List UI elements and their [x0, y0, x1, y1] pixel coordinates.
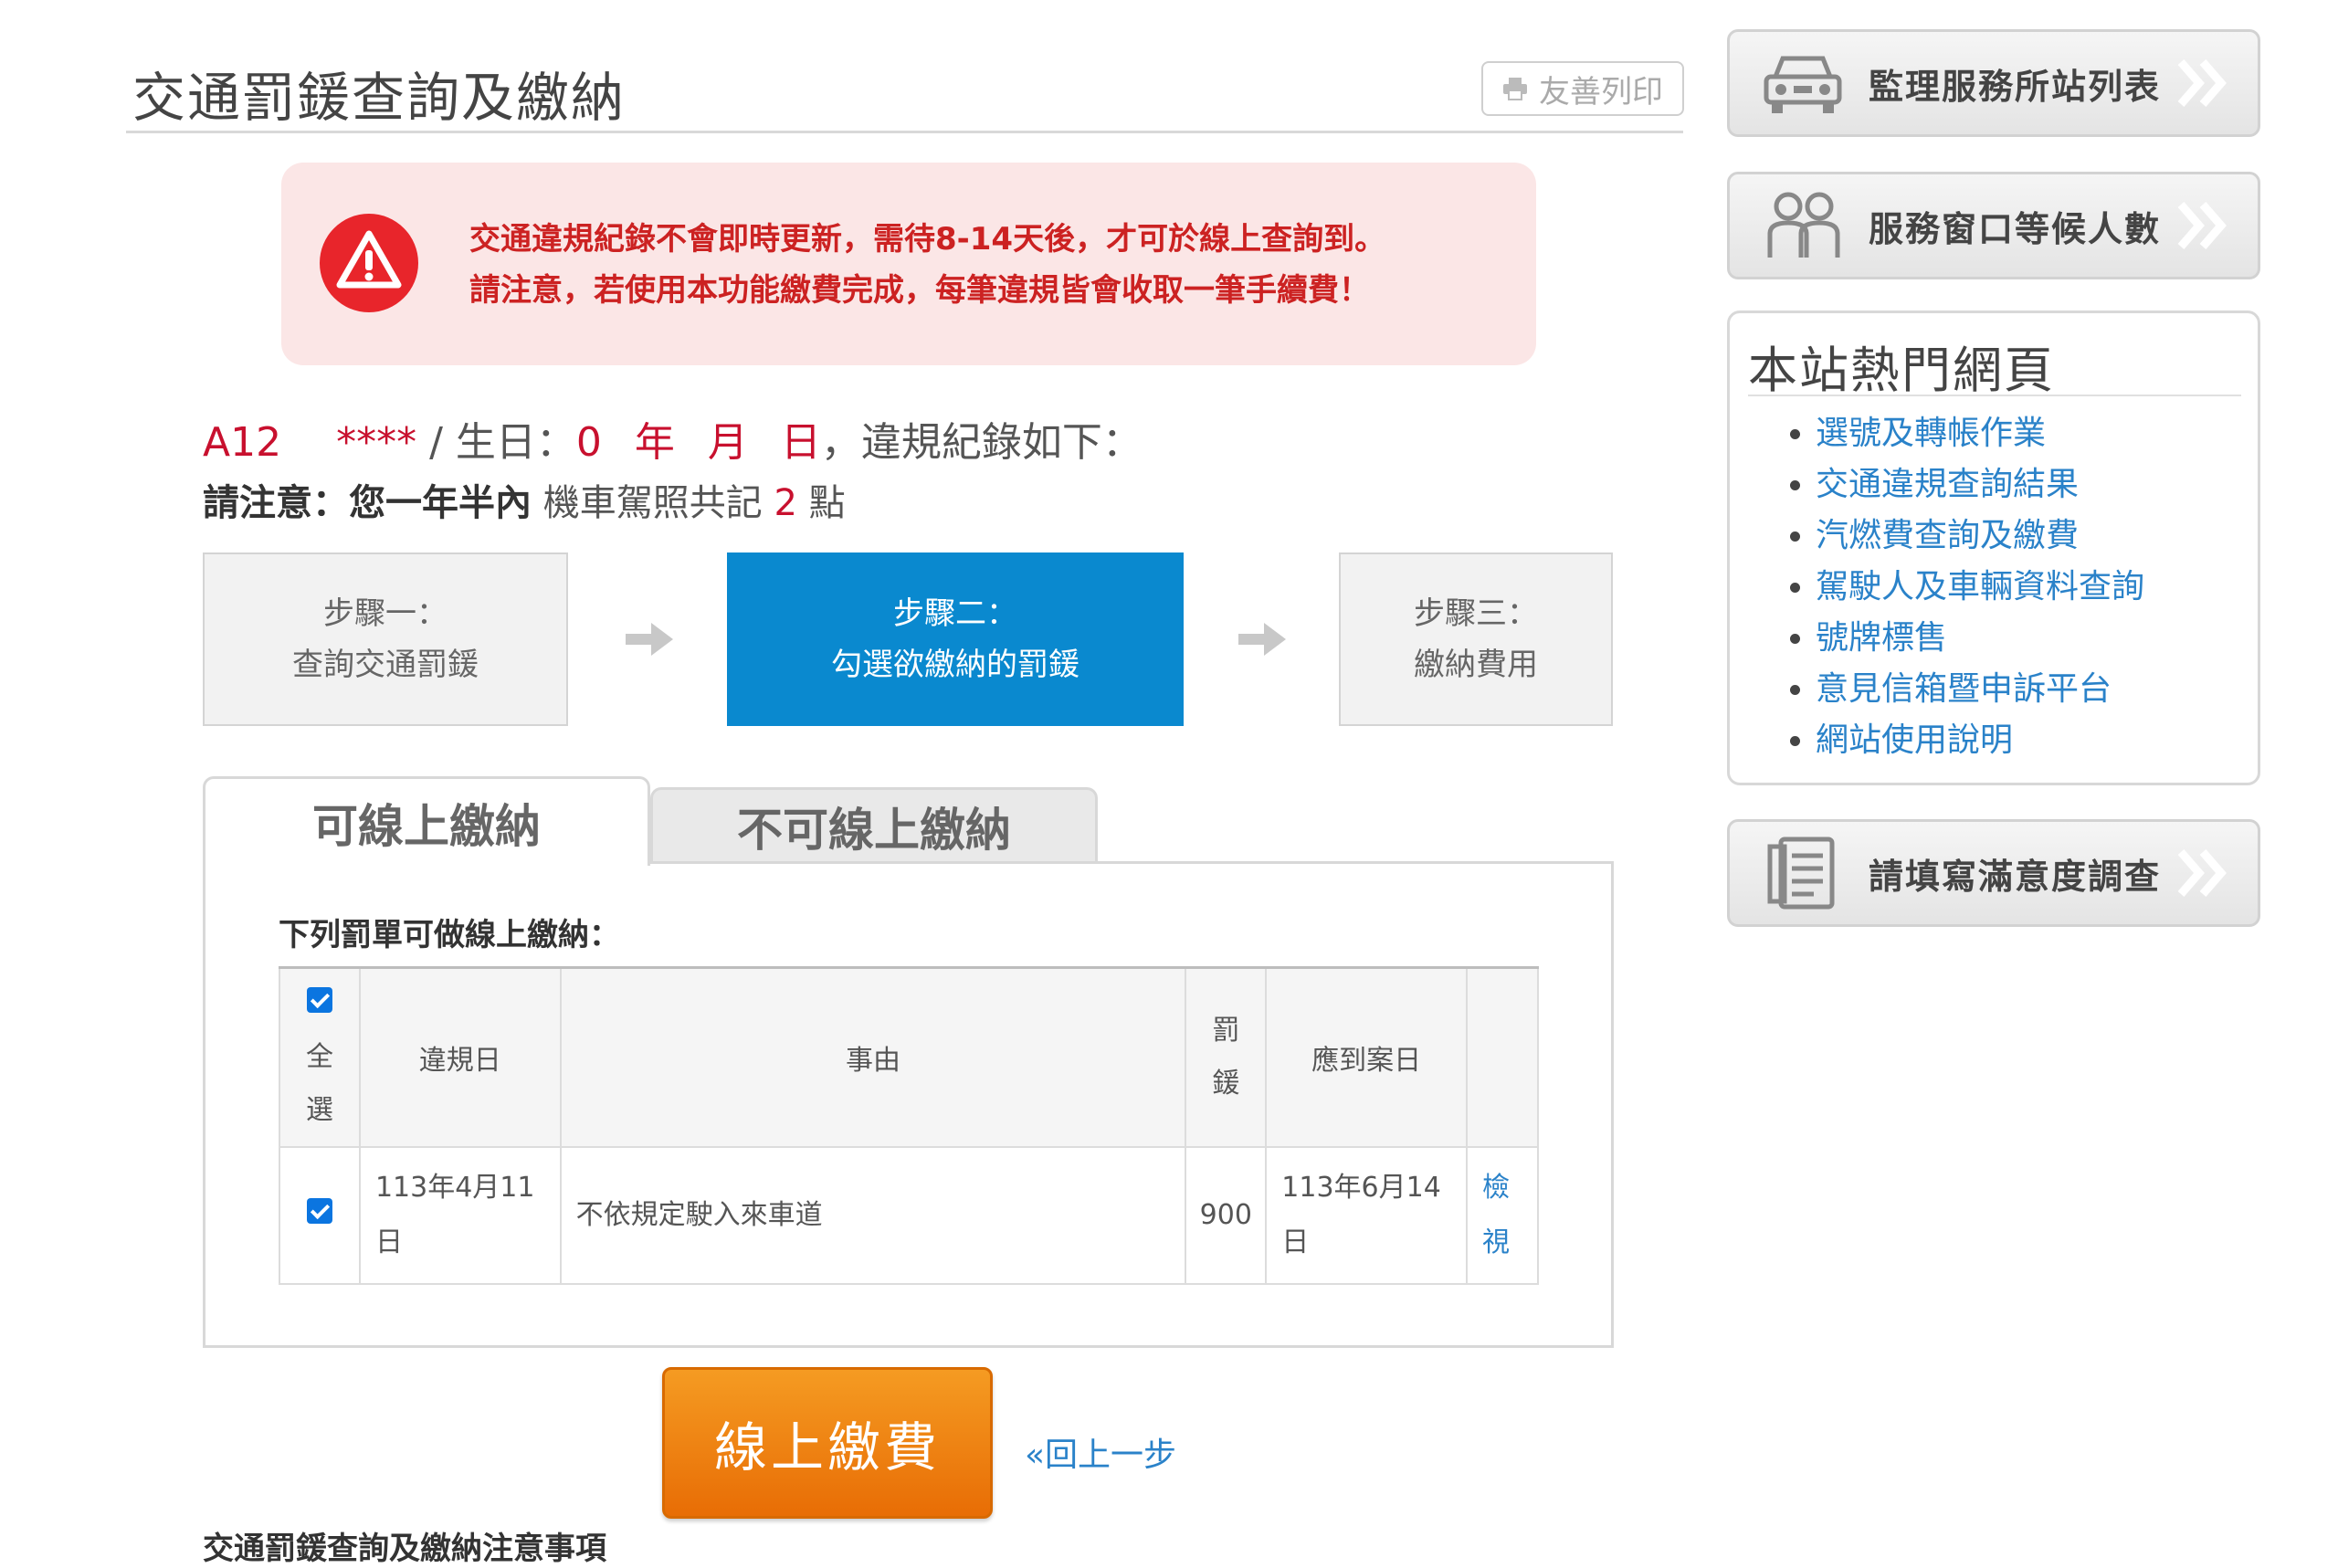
step-1-label: 查詢交通罰鍰	[292, 647, 479, 683]
list-item: 網站使用說明	[1816, 715, 2144, 766]
waiting-count-label: 服務窗口等候人數	[1869, 208, 2162, 249]
step-3: 步驟三： 繳納費用	[1339, 552, 1613, 726]
waiting-count-button[interactable]: 服務窗口等候人數	[1727, 172, 2260, 279]
list-item: 駕駛人及車輛資料查詢	[1816, 562, 2144, 613]
fine-cell: 900	[1185, 1145, 1268, 1285]
points-unit: 點	[796, 482, 846, 524]
view-link-2: 視	[1482, 1226, 1510, 1258]
fines-table: 全 選 違規日 事由 罰 鍰 應到案日 113年4月11 日 不依規定駛入來車道…	[279, 966, 1539, 1285]
due-date-1: 113年6月14	[1281, 1171, 1441, 1204]
survey-label: 請填寫滿意度調查	[1869, 856, 2162, 897]
panel-heading: 下列罰單可做線上繳納：	[279, 917, 620, 953]
due-date-cell: 113年6月14 日	[1265, 1145, 1468, 1285]
printer-icon	[1503, 78, 1527, 100]
id-mask: ****	[336, 419, 417, 466]
fines-panel: 下列罰單可做線上繳納： 全 選 違規日 事由 罰 鍰 應到案日 113年4月11…	[203, 861, 1614, 1348]
day-unit: 日	[780, 419, 821, 466]
tab-not-online-payable[interactable]: 不可線上繳納	[650, 787, 1098, 863]
people-icon	[1767, 192, 1840, 258]
notes-heading: 交通罰鍰查詢及繳納注意事項	[203, 1531, 606, 1567]
select-all-checkbox[interactable]	[306, 986, 332, 1013]
popular-link-7[interactable]: 網站使用說明	[1816, 721, 2013, 759]
station-list-label: 監理服務所站列表	[1869, 66, 2162, 107]
alert-box: 交通違規紀錄不會即時更新，需待8-14天後，才可於線上查詢到。 請注意，若使用本…	[281, 163, 1536, 365]
due-date-2: 日	[1281, 1226, 1310, 1258]
list-item: 選號及轉帳作業	[1816, 408, 2144, 459]
page-title: 交通罰鍰查詢及繳納	[132, 67, 627, 129]
step-3-label: 繳納費用	[1414, 647, 1538, 683]
header-fine: 罰 鍰	[1185, 966, 1268, 1148]
double-chevron-right-icon	[2177, 202, 2227, 249]
station-list-button[interactable]: 監理服務所站列表	[1727, 29, 2260, 137]
year-unit: 年	[634, 419, 675, 466]
document-icon	[1767, 837, 1835, 910]
print-button[interactable]: 友善列印	[1481, 61, 1684, 116]
month-unit: 月	[707, 419, 748, 466]
points-value: 2	[774, 482, 797, 524]
list-item: 交通違規查詢結果	[1816, 459, 2144, 510]
header-view	[1466, 966, 1539, 1148]
pay-online-button[interactable]: 線上繳費	[662, 1367, 993, 1519]
view-link[interactable]: 檢 視	[1466, 1145, 1539, 1285]
tab-online-payable[interactable]: 可線上繳納	[203, 776, 650, 866]
header-due-date: 應到案日	[1265, 966, 1468, 1148]
header-violation-date: 違規日	[358, 966, 562, 1148]
arrow-right-icon	[1238, 623, 1286, 656]
select-all-header: 全 選	[279, 966, 361, 1148]
popular-link-2[interactable]: 交通違規查詢結果	[1816, 466, 2079, 503]
view-link-1: 檢	[1482, 1171, 1510, 1204]
table-row: 113年4月11 日 不依規定駛入來車道 900 113年6月14 日 檢 視	[279, 1145, 1539, 1285]
arrow-right-icon	[626, 623, 673, 656]
alert-line-2: 請注意，若使用本功能繳費完成，每筆違規皆會收取一筆手續費！	[469, 272, 1370, 309]
violation-date-2: 日	[374, 1226, 403, 1258]
step-1-title: 步驟一：	[323, 595, 448, 632]
select-all-label-2: 選	[305, 1093, 333, 1126]
print-label: 友善列印	[1539, 73, 1663, 110]
birth-year: 0	[575, 419, 602, 466]
violation-date-1: 113年4月11	[374, 1171, 535, 1204]
popular-link-1[interactable]: 選號及轉帳作業	[1816, 415, 2046, 452]
points-notice: 請注意：您一年半內 機車駕照共記 2 點	[203, 473, 846, 526]
back-link[interactable]: «回上一步	[1025, 1428, 1176, 1476]
double-chevron-right-icon	[2177, 59, 2227, 107]
row-checkbox[interactable]	[306, 1197, 332, 1224]
header-fine-1: 罰	[1212, 1014, 1240, 1047]
header-fine-2: 鍰	[1212, 1067, 1240, 1100]
popular-link-6[interactable]: 意見信箱暨申訴平台	[1816, 670, 2112, 708]
step-2-title: 步驟二：	[893, 595, 1017, 632]
double-chevron-right-icon	[2177, 849, 2227, 897]
row-select-cell	[279, 1145, 361, 1285]
car-icon	[1764, 56, 1842, 113]
record-suffix: ，違規紀錄如下：	[820, 419, 1143, 466]
list-item: 意見信箱暨申訴平台	[1816, 664, 2144, 715]
popular-link-5[interactable]: 號牌標售	[1816, 619, 1947, 657]
step-2: 步驟二： 勾選欲繳納的罰鍰	[727, 552, 1184, 726]
list-item: 號牌標售	[1816, 613, 2144, 664]
popular-link-4[interactable]: 駕駛人及車輛資料查詢	[1816, 568, 2144, 605]
select-all-label-1: 全	[305, 1040, 333, 1073]
birthday-label: / 生日：	[416, 419, 576, 466]
violation-date-cell: 113年4月11 日	[358, 1145, 562, 1285]
list-item: 汽燃費查詢及繳費	[1816, 510, 2144, 562]
header-reason: 事由	[559, 966, 1187, 1148]
notice-text: 機車駕照共記	[532, 482, 774, 524]
reason-cell: 不依規定駛入來車道	[559, 1145, 1187, 1285]
table-header-row: 全 選 違規日 事由 罰 鍰 應到案日	[279, 966, 1539, 1148]
step-2-label: 勾選欲繳納的罰鍰	[831, 647, 1079, 683]
popular-pages-divider	[1748, 395, 2241, 396]
step-3-title: 步驟三：	[1414, 595, 1538, 632]
notice-label: 請注意：您一年半內	[203, 482, 532, 524]
title-divider	[126, 131, 1683, 133]
popular-link-3[interactable]: 汽燃費查詢及繳費	[1816, 517, 2079, 554]
popular-pages-box: 本站熱門網頁 選號及轉帳作業 交通違規查詢結果 汽燃費查詢及繳費 駕駛人及車輛資…	[1727, 310, 2260, 785]
id-prefix: A12	[203, 419, 282, 466]
popular-pages-title: 本站熱門網頁	[1748, 342, 2055, 399]
popular-pages-list: 選號及轉帳作業 交通違規查詢結果 汽燃費查詢及繳費 駕駛人及車輛資料查詢 號牌標…	[1779, 408, 2144, 766]
warning-icon	[320, 214, 418, 312]
survey-button[interactable]: 請填寫滿意度調查	[1727, 819, 2260, 927]
step-1: 步驟一： 查詢交通罰鍰	[203, 552, 568, 726]
alert-line-1: 交通違規紀錄不會即時更新，需待8-14天後，才可於線上查詢到。	[469, 221, 1386, 258]
record-summary: A12 **** / 生日：0 年月日，違規紀錄如下：	[203, 409, 1143, 468]
